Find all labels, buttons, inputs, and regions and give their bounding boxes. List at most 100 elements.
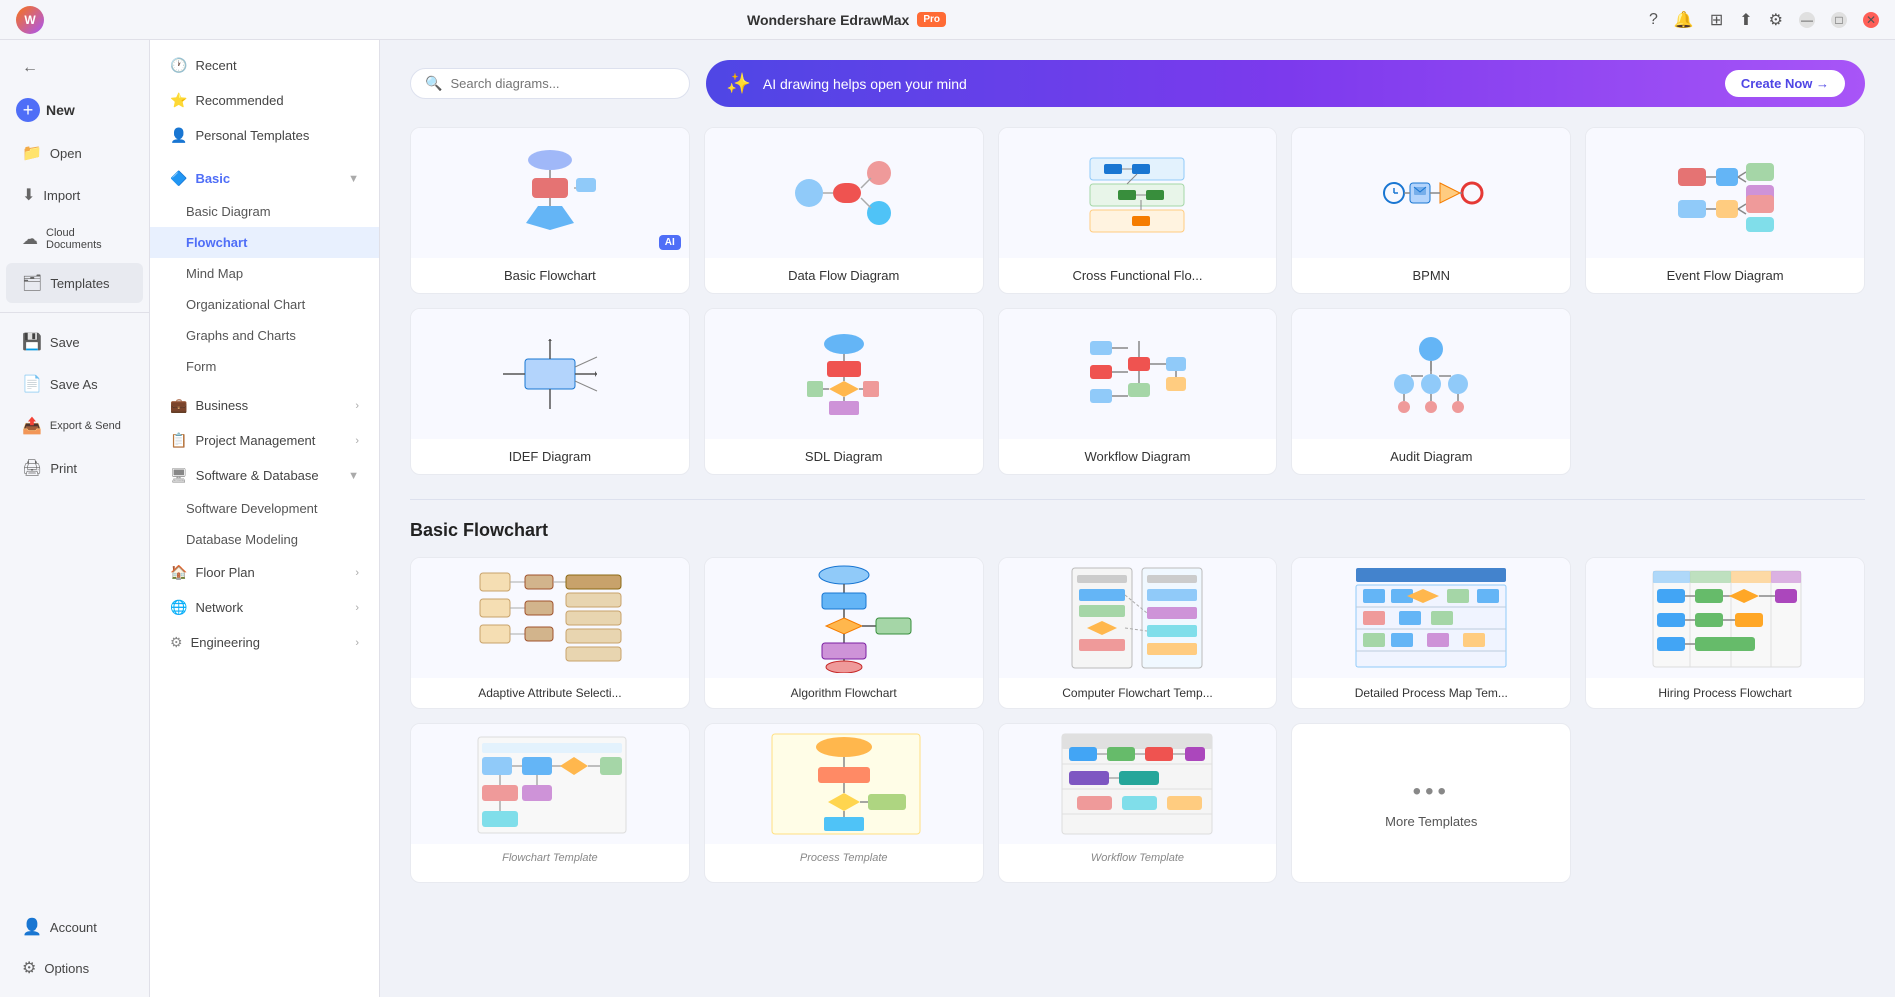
sidebar-item-cloud[interactable]: ☁ Cloud Documents xyxy=(6,217,143,261)
cat-engineering[interactable]: ⚙ Engineering › xyxy=(150,625,379,660)
template-card-5[interactable]: Flowchart Template xyxy=(410,723,690,883)
search-input[interactable] xyxy=(450,76,675,91)
sidebar-item-back[interactable]: ← xyxy=(6,49,143,87)
diagram-card-idef[interactable]: IDEF Diagram xyxy=(410,308,690,475)
diagram-card-bpmn[interactable]: BPMN xyxy=(1291,127,1571,294)
save-icon: 💾 xyxy=(22,332,42,352)
search-box[interactable]: 🔍 xyxy=(410,68,690,99)
diagram-card-workflow[interactable]: Workflow Diagram xyxy=(998,308,1278,475)
template-card-label-7: Workflow Template xyxy=(999,844,1277,872)
ai-banner: ✨ AI drawing helps open your mind Create… xyxy=(706,60,1865,107)
sidebar-separator xyxy=(0,312,149,313)
divider xyxy=(410,499,1865,500)
template-card-label-6: Process Template xyxy=(705,844,983,872)
pro-badge: Pro xyxy=(917,12,946,27)
sidebar-item-options[interactable]: ⚙ Options xyxy=(6,948,143,988)
recent-icon: 🕐 xyxy=(170,57,187,74)
diagram-card-data-flow[interactable]: Data Flow Diagram xyxy=(704,127,984,294)
settings-icon[interactable]: ⚙ xyxy=(1769,10,1783,30)
titlebar: W Wondershare EdrawMax Pro ? 🔔 ⊞ ⬆ ⚙ — □… xyxy=(0,0,1895,40)
import-icon: ⬇ xyxy=(22,185,35,205)
project-icon: 📋 xyxy=(170,432,187,449)
ai-icon: ✨ xyxy=(726,71,751,96)
cat-flowchart[interactable]: Flowchart xyxy=(150,227,379,258)
diagram-card-sdl[interactable]: SDL Diagram xyxy=(704,308,984,475)
diagram-card-basic-flowchart[interactable]: AI Basic Flowchart xyxy=(410,127,690,294)
cat-business[interactable]: 💼 Business › xyxy=(150,388,379,423)
diagram-card-label-sdl: SDL Diagram xyxy=(705,439,983,474)
sidebar-item-new[interactable]: + New xyxy=(0,88,149,132)
diagram-type-grid: AI Basic Flowchart Dat xyxy=(410,127,1865,475)
help-icon[interactable]: ? xyxy=(1649,11,1658,29)
cat-mind-map[interactable]: Mind Map xyxy=(150,258,379,289)
export-icon: 📤 xyxy=(22,416,42,436)
create-now-button[interactable]: Create Now → xyxy=(1725,70,1845,97)
cat-basic-diagram[interactable]: Basic Diagram xyxy=(150,196,379,227)
template-grid: Adaptive Attribute Selecti... xyxy=(410,557,1865,883)
categories-sidebar: 🕐 Recent ⭐ Recommended 👤 Personal Templa… xyxy=(150,40,380,997)
bell-icon[interactable]: 🔔 xyxy=(1674,10,1694,30)
options-icon: ⚙ xyxy=(22,958,36,978)
cat-software[interactable]: 🖥 Software & Database ▼ xyxy=(150,458,379,493)
diagram-card-label-data-flow: Data Flow Diagram xyxy=(705,258,983,293)
cat-database[interactable]: Database Modeling xyxy=(150,524,379,555)
diagram-card-event-flow[interactable]: Event Flow Diagram xyxy=(1585,127,1865,294)
sidebar-item-templates[interactable]: 🗂 Templates xyxy=(6,263,143,303)
cat-floor-plan[interactable]: 🏠 Floor Plan › xyxy=(150,555,379,590)
grid-icon[interactable]: ⊞ xyxy=(1710,10,1723,30)
cat-org-chart[interactable]: Organizational Chart xyxy=(150,289,379,320)
cat-project[interactable]: 📋 Project Management › xyxy=(150,423,379,458)
diagram-card-label-cross-functional: Cross Functional Flo... xyxy=(999,258,1277,293)
account-icon: 👤 xyxy=(22,917,42,937)
diagram-card-audit[interactable]: Audit Diagram xyxy=(1291,308,1571,475)
minimize-button[interactable]: — xyxy=(1799,12,1815,28)
cat-recommended[interactable]: ⭐ Recommended xyxy=(150,83,379,118)
software-icon: 🖥 xyxy=(170,467,188,484)
cat-basic[interactable]: 🔷 Basic ▼ xyxy=(150,161,379,196)
sidebar-item-save-as[interactable]: 📄 Save As xyxy=(6,364,143,404)
template-card-0[interactable]: Adaptive Attribute Selecti... xyxy=(410,557,690,709)
sidebar-item-open[interactable]: 📁 Open xyxy=(6,133,143,173)
cat-network[interactable]: 🌐 Network › xyxy=(150,590,379,625)
print-icon: 🖨 xyxy=(22,458,42,478)
template-card-2[interactable]: Computer Flowchart Temp... xyxy=(998,557,1278,709)
templates-icon: 🗂 xyxy=(22,273,42,293)
engineering-icon: ⚙ xyxy=(170,634,183,651)
upload-icon[interactable]: ⬆ xyxy=(1739,10,1752,30)
diagram-card-cross-functional[interactable]: Cross Functional Flo... xyxy=(998,127,1278,294)
cat-form[interactable]: Form xyxy=(150,351,379,382)
cat-personal[interactable]: 👤 Personal Templates xyxy=(150,118,379,153)
business-icon: 💼 xyxy=(170,397,187,414)
close-button[interactable]: ✕ xyxy=(1863,12,1879,28)
cat-graphs[interactable]: Graphs and Charts xyxy=(150,320,379,351)
sidebar-item-account[interactable]: 👤 Account xyxy=(6,907,143,947)
template-card-6[interactable]: Process Template xyxy=(704,723,984,883)
more-templates-card[interactable]: ••• More Templates xyxy=(1291,723,1571,883)
template-card-4[interactable]: Hiring Process Flowchart xyxy=(1585,557,1865,709)
template-card-7[interactable]: Workflow Template xyxy=(998,723,1278,883)
left-sidebar: ← + New 📁 Open ⬇ Import ☁ Cloud Document… xyxy=(0,40,150,997)
app-title: Wondershare EdrawMax Pro xyxy=(747,12,946,28)
sidebar-bottom: 👤 Account ⚙ Options xyxy=(0,906,149,989)
app-body: ← + New 📁 Open ⬇ Import ☁ Cloud Document… xyxy=(0,40,1895,997)
template-card-1[interactable]: Algorithm Flowchart xyxy=(704,557,984,709)
sidebar-item-import[interactable]: ⬇ Import xyxy=(6,175,143,215)
network-chevron: › xyxy=(355,602,359,614)
topbar: 🔍 ✨ AI drawing helps open your mind Crea… xyxy=(410,60,1865,107)
maximize-button[interactable]: □ xyxy=(1831,12,1847,28)
diagram-card-label-audit: Audit Diagram xyxy=(1292,439,1570,474)
save-as-icon: 📄 xyxy=(22,374,42,394)
template-card-label-5: Flowchart Template xyxy=(411,844,689,872)
cat-software-dev[interactable]: Software Development xyxy=(150,493,379,524)
business-chevron: › xyxy=(355,400,359,412)
sidebar-item-save[interactable]: 💾 Save xyxy=(6,322,143,362)
more-templates-label: More Templates xyxy=(1385,814,1477,829)
ai-badge: AI xyxy=(659,235,681,250)
sidebar-item-export[interactable]: 📤 Export & Send xyxy=(6,406,143,446)
cat-recent[interactable]: 🕐 Recent xyxy=(150,48,379,83)
avatar: W xyxy=(16,6,44,34)
template-card-3[interactable]: Detailed Process Map Tem... xyxy=(1291,557,1571,709)
more-dots-icon: ••• xyxy=(1413,778,1450,806)
sidebar-item-print[interactable]: 🖨 Print xyxy=(6,448,143,488)
template-card-label-3: Detailed Process Map Tem... xyxy=(1292,678,1570,708)
